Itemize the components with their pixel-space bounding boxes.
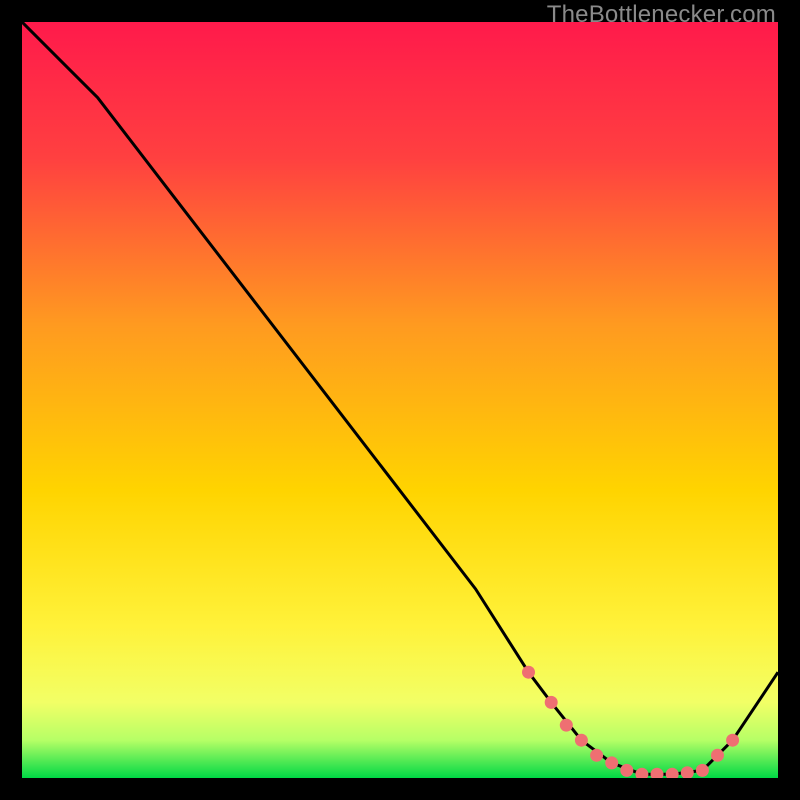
- chart-frame: [22, 22, 778, 778]
- curve-marker: [620, 764, 633, 777]
- curve-marker: [590, 749, 603, 762]
- gradient-background: [22, 22, 778, 778]
- watermark-text: TheBottlenecker.com: [22, 0, 778, 29]
- curve-marker: [711, 749, 724, 762]
- curve-marker: [696, 764, 709, 777]
- curve-marker: [545, 696, 558, 709]
- curve-marker: [726, 734, 739, 747]
- curve-marker: [605, 756, 618, 769]
- curve-marker: [522, 666, 535, 679]
- curve-marker: [575, 734, 588, 747]
- bottleneck-chart: [22, 22, 778, 778]
- curve-marker: [560, 719, 573, 732]
